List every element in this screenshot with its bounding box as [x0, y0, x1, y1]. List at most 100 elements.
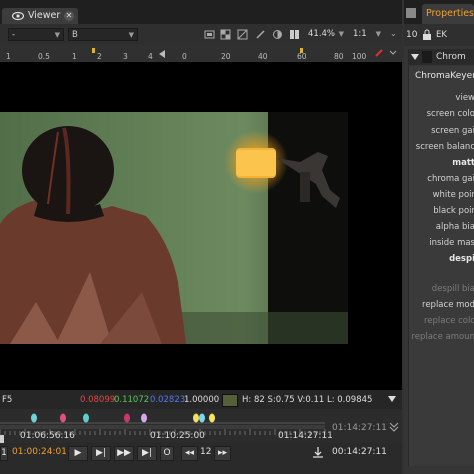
collapse-triangle-icon[interactable]	[411, 53, 419, 61]
color-swatch	[222, 394, 238, 407]
properties-panel: Properties 10 EK Chrom ChromaKeyer view s…	[404, 0, 474, 474]
chevron-down-icon[interactable]	[388, 396, 396, 402]
ruler-tick: 20	[221, 52, 231, 61]
viewer-tab-bar: Viewer ✕	[0, 0, 402, 24]
keyframe-marker[interactable]	[83, 413, 89, 423]
keyframe-marker[interactable]	[193, 413, 199, 423]
tab-viewer[interactable]: Viewer ✕	[2, 8, 78, 24]
paint-brush-icon[interactable]	[255, 29, 266, 40]
last-frame-button[interactable]: ▶|	[137, 446, 157, 461]
param-label: matt	[452, 158, 474, 168]
gain-gamma-ruler[interactable]: 1 0.5 1 2 3 4 0 20 40 60 80 100	[0, 45, 402, 63]
channel-select[interactable]: - ▼	[8, 28, 64, 41]
timeline[interactable]: 01:06:56:16 01:10:25:00 01:14:27:11 01:1…	[0, 409, 402, 443]
properties-tab-bar: Properties	[404, 0, 474, 24]
next-keyframe-button[interactable]: ▶▶	[114, 446, 134, 461]
keyframe-marker[interactable]	[31, 413, 37, 423]
end-timecode: 01:14:27:11	[332, 423, 387, 433]
param-label: alpha bia	[435, 222, 474, 232]
chevron-down-icon: ▼	[128, 31, 134, 39]
checker-icon[interactable]	[220, 29, 231, 40]
export-icon[interactable]	[312, 446, 324, 459]
step-value[interactable]: 12	[200, 447, 211, 457]
ruler-tick: 0	[182, 52, 187, 61]
chevron-down-icon: ▼	[54, 31, 60, 39]
timeline-timecode: 01:10:25:00	[150, 431, 205, 441]
hsvl-values: H: 82 S:0.75 V:0.11 L: 0.09845	[242, 395, 373, 405]
grid-icon[interactable]	[237, 29, 248, 40]
param-label: replace amoun	[411, 332, 474, 342]
keyframe-marker[interactable]	[124, 413, 130, 423]
frame-field[interactable]: 1	[0, 446, 8, 461]
green-value: 0.11072	[114, 395, 150, 405]
param-label: screen gai	[431, 126, 474, 136]
chevron-down-icon[interactable]: ⌄	[390, 29, 397, 38]
blue-value: 0.02823	[150, 395, 186, 405]
split-view-icon[interactable]	[289, 29, 300, 40]
viewer-panel: Viewer ✕ - ▼ B ▼ 41.4% ▼ 1:1 ▼ ⌄ 1 0.5 1	[0, 0, 402, 474]
node-type-label: Chrom	[436, 52, 466, 62]
pane-menu-icon[interactable]	[406, 8, 416, 18]
param-label: screen colo	[426, 109, 474, 119]
ruler-tick: 2	[97, 52, 102, 61]
node-color-icon[interactable]	[422, 51, 432, 63]
node-header: Chrom	[408, 49, 474, 65]
alpha-value: 1.00000	[184, 395, 220, 405]
playback-bar: 1 01:00:24:01 ▶ ▶| ▶▶ ▶| O ◂◂ 12 ▸▸ 00:1…	[0, 443, 402, 474]
keyframe-marker[interactable]	[60, 413, 66, 423]
timeline-timecode: 01:14:27:11	[278, 431, 333, 441]
roi-icon[interactable]	[204, 29, 215, 40]
keyframe-marker[interactable]	[199, 413, 205, 423]
wipe-icon[interactable]	[272, 29, 283, 40]
gamma-marker[interactable]	[300, 48, 303, 53]
chevron-down-icon: ▼	[338, 30, 344, 38]
image-plate	[0, 112, 348, 344]
input-b-value: B	[72, 30, 78, 40]
chevron-down-icon: ▼	[375, 30, 381, 38]
ruler-tick: 100	[352, 52, 367, 61]
chevron-down-icon[interactable]	[388, 48, 398, 58]
next-frame-button[interactable]: ▶|	[91, 446, 111, 461]
proxy-ratio-value: 1:1	[353, 29, 367, 39]
viewer-toolbar: - ▼ B ▼ 41.4% ▼ 1:1 ▼ ⌄	[0, 24, 402, 46]
ruler-tick: 1	[72, 52, 77, 61]
proxy-select[interactable]: 1:1 ▼	[350, 28, 384, 41]
play-button[interactable]: ▶	[68, 446, 88, 461]
keyframe-marker[interactable]	[209, 413, 215, 423]
keyframe-marker[interactable]	[141, 413, 147, 423]
skip-back-button[interactable]: ◂◂	[181, 446, 198, 461]
loop-button[interactable]: O	[160, 446, 174, 461]
param-label: view	[455, 93, 474, 103]
gain-marker[interactable]	[92, 48, 95, 53]
float-icon[interactable]: EK	[436, 30, 447, 40]
tab-properties[interactable]: Properties	[422, 4, 474, 24]
chevron-down-icon[interactable]	[389, 421, 399, 433]
eye-icon	[12, 11, 24, 21]
param-label: chroma gai	[427, 174, 474, 184]
current-timecode[interactable]: 01:00:24:01	[12, 447, 67, 457]
ruler-tick: 40	[258, 52, 268, 61]
ruler-tick: 80	[334, 52, 344, 61]
lock-icon[interactable]	[422, 29, 432, 40]
node-count[interactable]: 10	[406, 30, 417, 40]
skip-forward-button[interactable]: ▸▸	[214, 446, 231, 461]
frame-label: F5	[2, 395, 13, 405]
properties-toolbar: 10 EK	[404, 24, 474, 46]
param-label: despi	[449, 254, 474, 264]
param-label: black poir	[433, 206, 474, 216]
param-list: view screen colo screen gai screen balanc ma…	[409, 88, 474, 448]
input-b-select[interactable]: B ▼	[68, 28, 138, 41]
properties-tab-label: Properties	[426, 8, 474, 19]
ruler-tick: 4	[148, 52, 153, 61]
red-value: 0.08099	[80, 395, 116, 405]
play-reverse-icon[interactable]	[158, 50, 166, 58]
node-name-field[interactable]: ChromaKeyer	[415, 71, 474, 81]
ruler-tick: 1	[6, 52, 11, 61]
out-timecode[interactable]: 00:14:27:11	[332, 447, 387, 457]
close-icon[interactable]: ✕	[64, 11, 74, 21]
color-picker-icon[interactable]	[374, 48, 384, 58]
ruler-tick: 60	[297, 52, 307, 61]
ruler-tick: 0.5	[38, 52, 50, 61]
zoom-select[interactable]: 41.4% ▼	[305, 28, 347, 41]
param-label: replace colc	[423, 316, 474, 326]
